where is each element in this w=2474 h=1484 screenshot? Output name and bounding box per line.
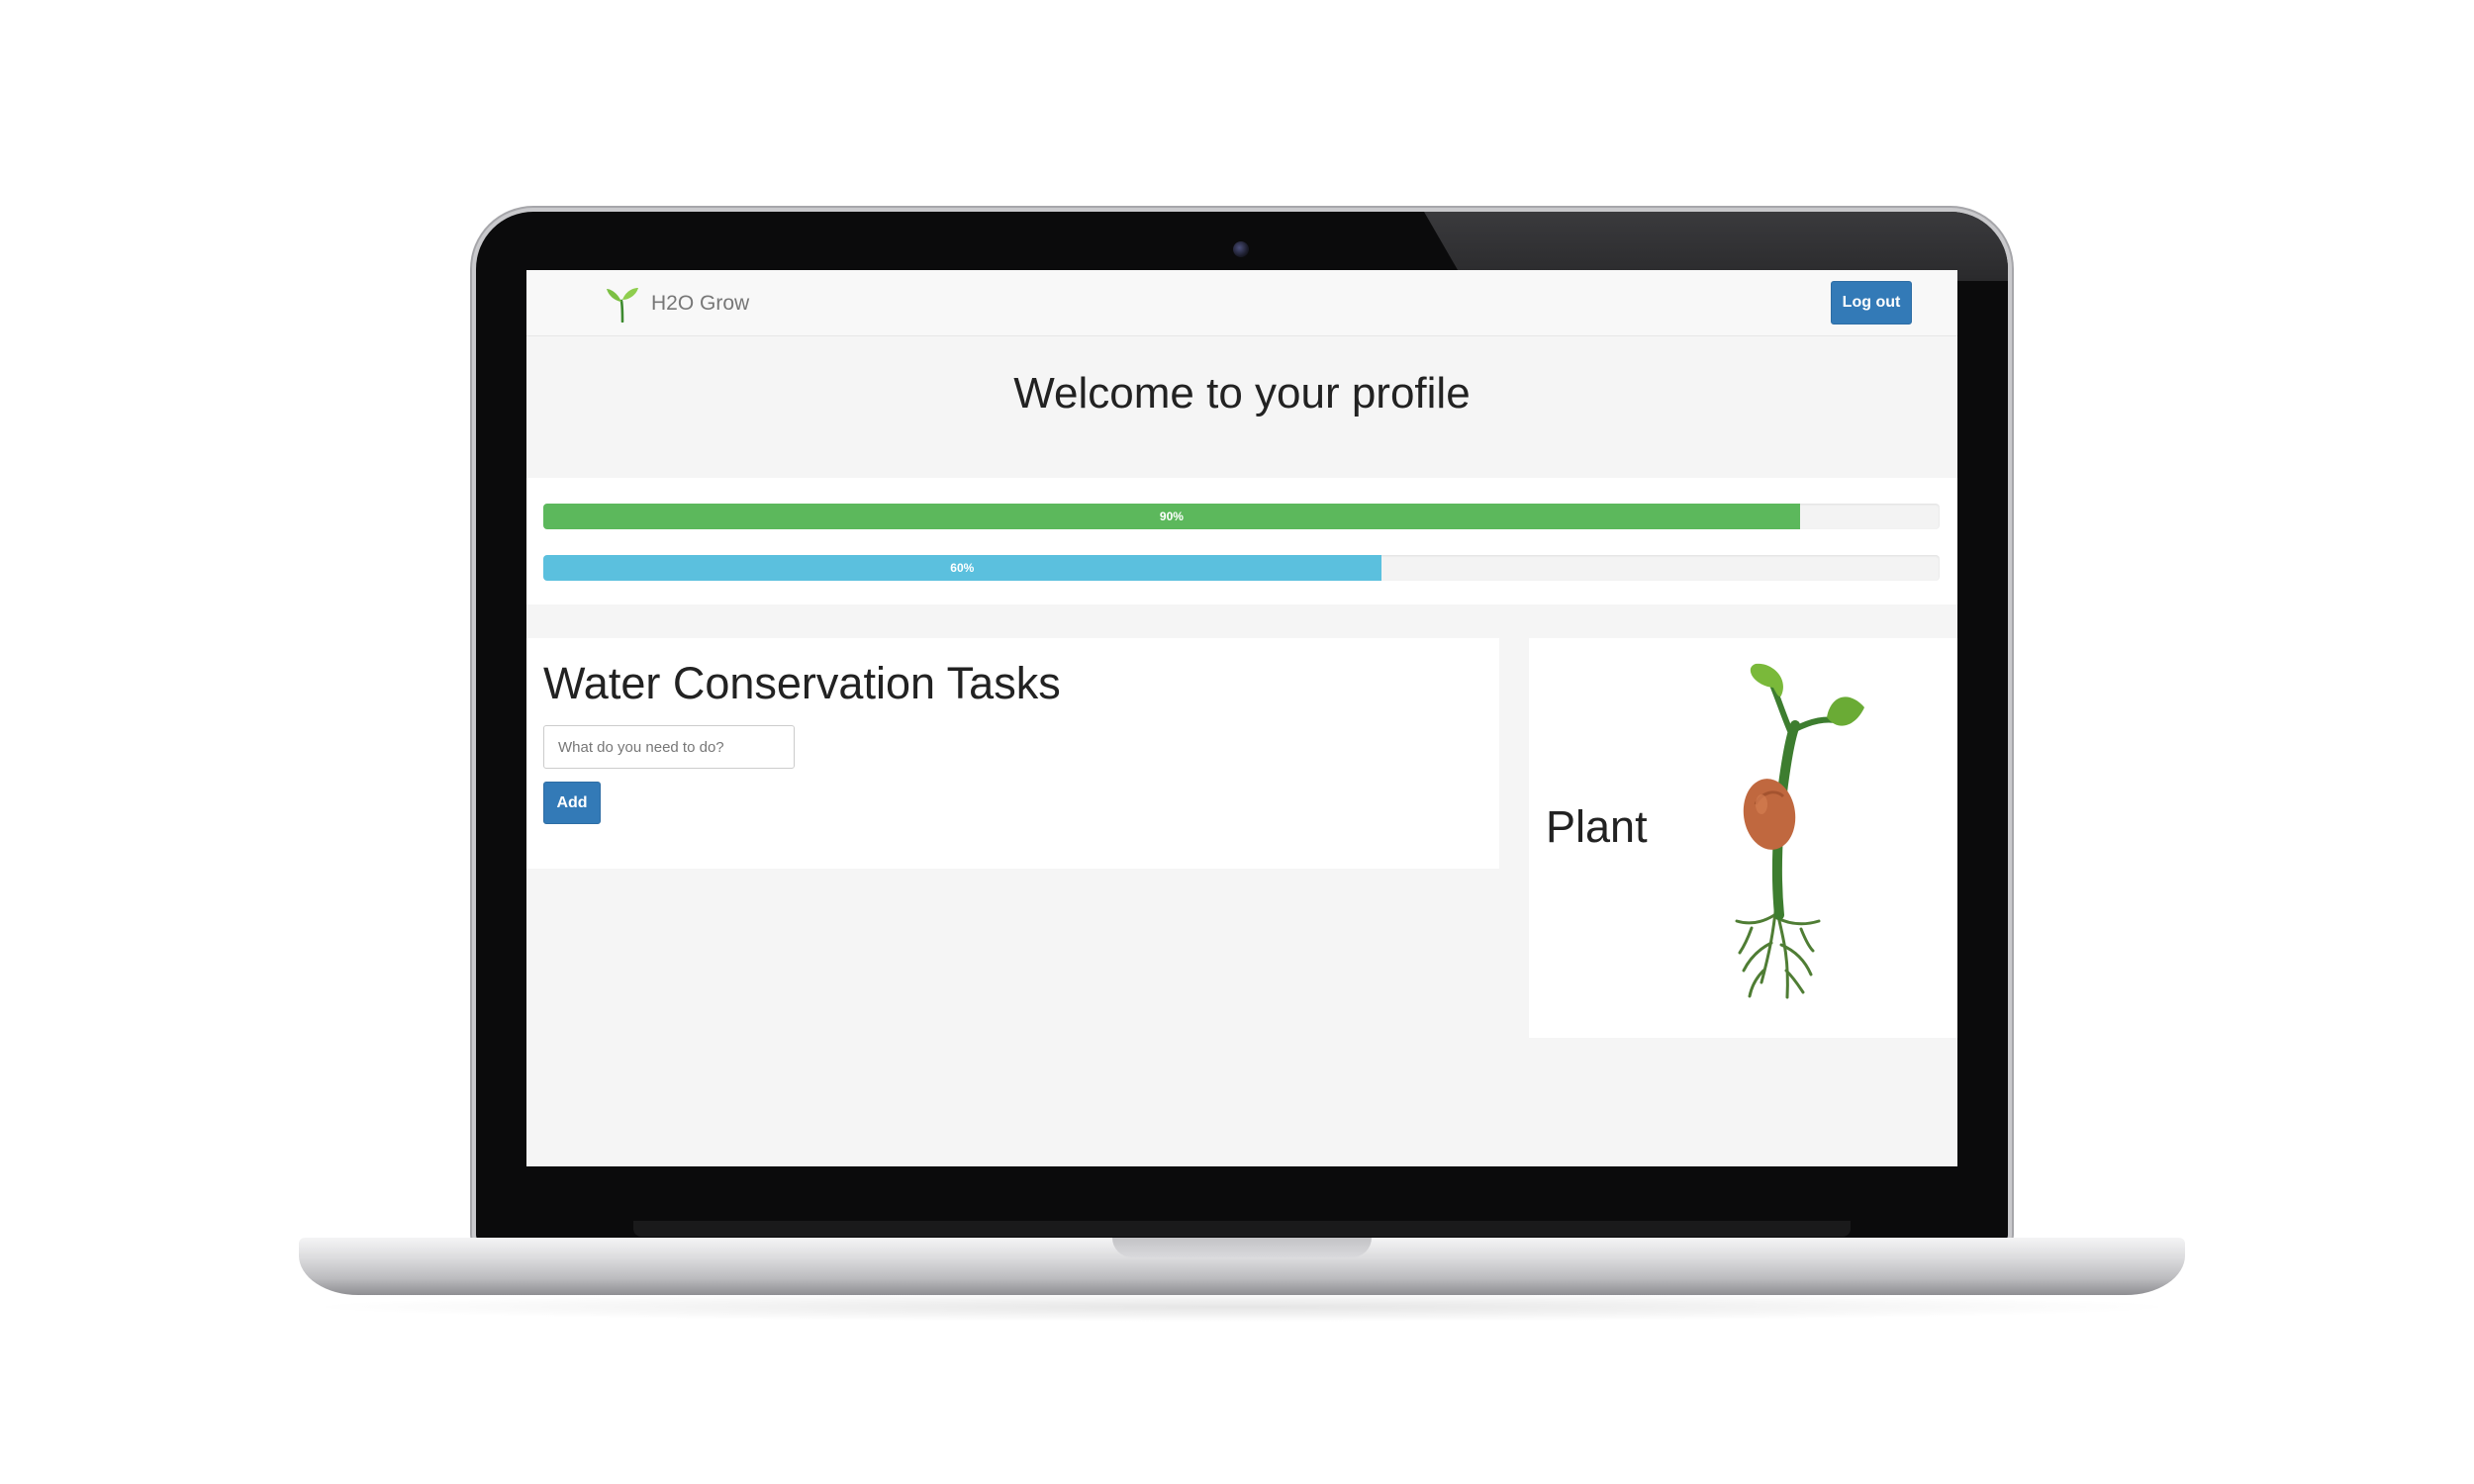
plant-panel: Plant (1529, 638, 1957, 1038)
navbar: H2O Grow Log out (526, 270, 1957, 336)
progress-bar-primary: 90% (543, 504, 1800, 529)
brand-link[interactable]: H2O Grow (606, 284, 749, 324)
progress-track-secondary: 60% (543, 555, 1940, 581)
device-mockup: H2O Grow Log out Welcome to your profile… (0, 0, 2474, 1484)
tasks-title: Water Conservation Tasks (543, 658, 1061, 708)
logout-button[interactable]: Log out (1831, 281, 1912, 325)
laptop-opening-notch (1112, 1238, 1372, 1257)
laptop-shadow (297, 1292, 2187, 1322)
webcam-icon (1233, 241, 1249, 257)
tasks-panel: Water Conservation Tasks Add (526, 638, 1499, 869)
brand-name: H2O Grow (651, 292, 750, 315)
app-screen: H2O Grow Log out Welcome to your profile… (526, 270, 1957, 1166)
task-input[interactable] (543, 725, 795, 769)
seedling-illustration (1735, 663, 1864, 999)
laptop-lid: H2O Grow Log out Welcome to your profile… (476, 212, 2008, 1243)
progress-bar-secondary: 60% (543, 555, 1381, 581)
sprout-icon (607, 288, 638, 323)
plant-label: Plant (1546, 801, 1648, 852)
progress-track-primary: 90% (543, 504, 1940, 529)
laptop-base (299, 1238, 2185, 1295)
add-task-button[interactable]: Add (543, 782, 601, 824)
laptop-hinge (633, 1221, 1851, 1237)
page-title: Welcome to your profile (1013, 369, 1471, 417)
progress-panel: 90% 60% (526, 478, 1957, 604)
